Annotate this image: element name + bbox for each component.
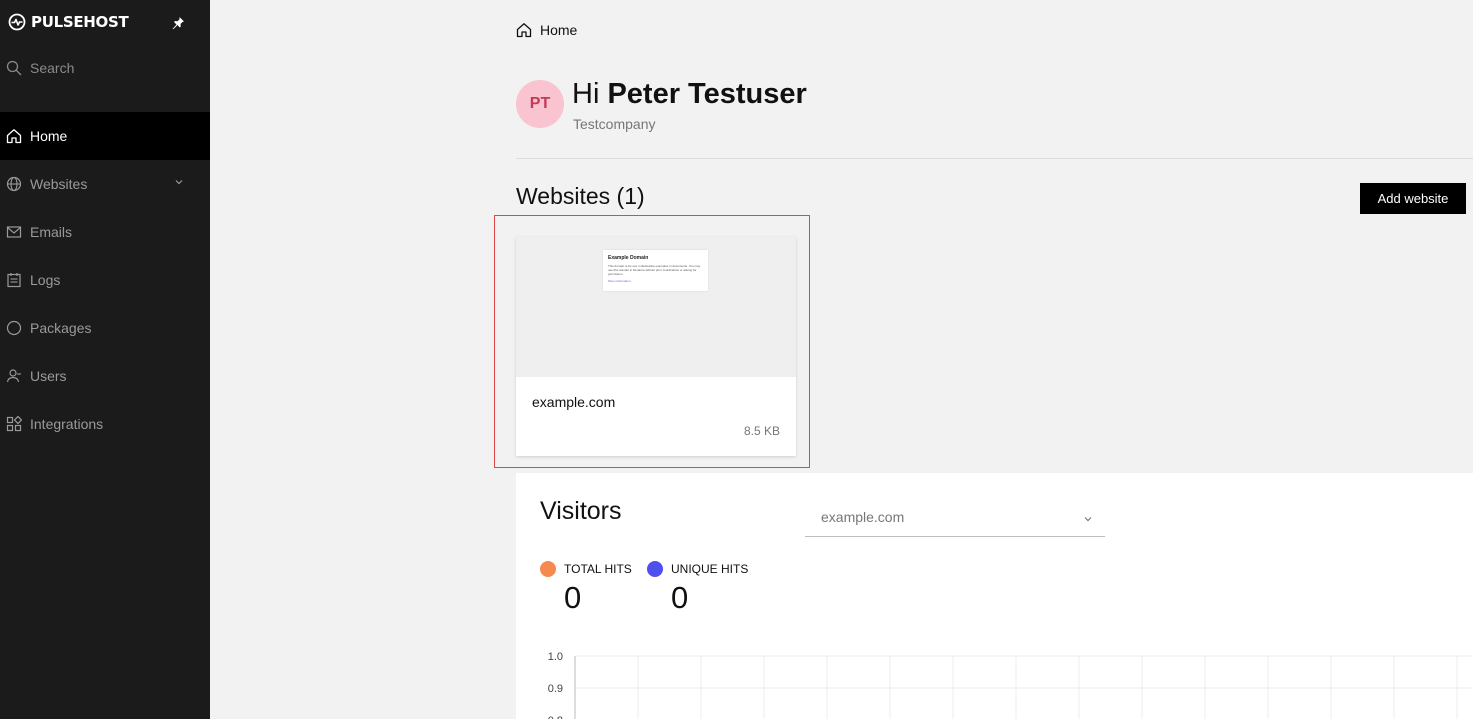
sidebar: PULSEHOST Search Home Websites Emails Lo…: [0, 0, 210, 719]
sidebar-item-users[interactable]: Users: [0, 352, 210, 400]
globe-icon: [6, 176, 22, 192]
website-domain: example.com: [532, 394, 616, 410]
unique-hits-legend: UNIQUE HITS: [647, 561, 748, 577]
site-select[interactable]: example.com: [805, 501, 1105, 537]
sidebar-item-label: Home: [30, 128, 68, 144]
sidebar-item-logs[interactable]: Logs: [0, 256, 210, 304]
chevron-down-icon[interactable]: [174, 177, 184, 187]
sidebar-item-label: Users: [30, 368, 67, 384]
page-title: Hi Peter Testuser: [572, 78, 807, 111]
sidebar-item-packages[interactable]: Packages: [0, 304, 210, 352]
website-card[interactable]: Example Domain This domain is for use in…: [516, 237, 796, 456]
mail-icon: [6, 226, 22, 238]
visitors-panel: Visitors example.com TOTAL HITS 0 UNIQUE…: [516, 473, 1473, 719]
chevron-down-icon: [1084, 517, 1092, 522]
pulse-logo-icon: [8, 13, 26, 31]
preview-page: Example Domain This domain is for use in…: [603, 250, 708, 291]
total-hits-dot: [540, 561, 556, 577]
user-name: Peter Testuser: [607, 78, 807, 110]
site-select-value: example.com: [821, 509, 905, 525]
unique-hits-dot: [647, 561, 663, 577]
company-name: Testcompany: [573, 116, 656, 132]
preview-link: More information...: [608, 279, 634, 283]
website-preview: Example Domain This domain is for use in…: [516, 237, 796, 377]
sidebar-item-label: Packages: [30, 320, 92, 336]
package-icon: [6, 320, 22, 336]
sidebar-item-home[interactable]: Home: [0, 112, 210, 160]
sidebar-item-integrations[interactable]: Integrations: [0, 400, 210, 448]
home-icon: [516, 23, 532, 38]
visitors-heading: Visitors: [540, 497, 622, 525]
pin-icon[interactable]: [170, 15, 186, 31]
sidebar-item-label: Emails: [30, 224, 73, 240]
breadcrumb[interactable]: Home: [516, 22, 577, 38]
integrations-icon: [6, 416, 22, 432]
sidebar-item-label: Integrations: [30, 416, 104, 432]
users-icon: [6, 369, 21, 383]
avatar: PT: [516, 80, 564, 128]
brand-logo[interactable]: PULSEHOST: [8, 13, 129, 31]
sidebar-item-label: Logs: [30, 272, 61, 288]
unique-hits-value: 0: [671, 580, 689, 615]
sidebar-search[interactable]: Search: [6, 60, 74, 76]
total-hits-legend: TOTAL HITS: [540, 561, 632, 577]
brand-name: PULSEHOST: [31, 13, 129, 31]
sidebar-item-emails[interactable]: Emails: [0, 208, 210, 256]
y-tick-label: 1.0: [548, 651, 563, 663]
total-hits-label: TOTAL HITS: [564, 562, 632, 576]
sidebar-nav: Home Websites Emails Logs Packages Users…: [0, 112, 210, 448]
divider: [516, 158, 1473, 159]
search-icon: [6, 60, 22, 76]
visitors-chart: 1.0 0.9 0.8: [548, 651, 1473, 719]
total-hits-value: 0: [564, 580, 582, 615]
website-size: 8.5 KB: [743, 424, 780, 438]
home-icon: [6, 129, 22, 144]
add-website-button[interactable]: Add website: [1360, 183, 1466, 214]
y-tick-label: 0.9: [548, 683, 563, 695]
sidebar-item-label: Websites: [30, 176, 88, 192]
websites-heading: Websites (1): [516, 183, 645, 209]
unique-hits-label: UNIQUE HITS: [671, 562, 749, 576]
greeting-text: Hi: [572, 78, 600, 110]
preview-title: Example Domain: [608, 255, 649, 261]
preview-text: This domain is for use in illustrative e…: [608, 264, 701, 276]
search-label: Search: [30, 60, 75, 76]
breadcrumb-label: Home: [540, 22, 578, 38]
y-tick-label: 0.8: [548, 715, 563, 719]
sidebar-item-websites[interactable]: Websites: [0, 160, 210, 208]
logs-icon: [7, 273, 21, 288]
